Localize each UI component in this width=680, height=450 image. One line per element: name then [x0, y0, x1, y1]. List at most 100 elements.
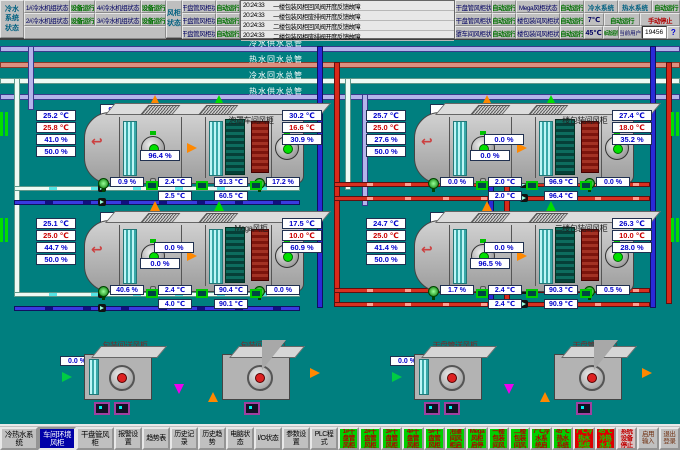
chilled-supply-temp: 2.0 ℃: [488, 177, 522, 187]
toolbar-button[interactable]: Mega风柜启停: [466, 427, 487, 450]
drain-connector: [146, 289, 158, 298]
valve-readout: 0.0 %: [140, 258, 180, 269]
fan-status-header: 风柜 状态: [166, 0, 182, 38]
chilled-return-temp: 2.0 ℃: [488, 191, 522, 201]
chilled-valve-icon[interactable]: [98, 286, 109, 297]
toolbar-button[interactable]: 系统设备停止: [616, 427, 637, 450]
status-row: 2#干盘管风柜状态自动运行: [182, 13, 240, 26]
hot-supply-temp: 91.3 ℃: [214, 177, 248, 187]
toolbar-button[interactable]: 冷热水系统: [0, 427, 38, 450]
humidity-setpoint-readout: 50.0 %: [366, 254, 406, 265]
temp-readout: 25.1 ℃: [36, 218, 76, 229]
hot-water-temp: 45℃: [584, 26, 603, 39]
ahu-body[interactable]: 一楼包装间风柜: [414, 112, 634, 184]
toolbar-button[interactable]: 电脑状态: [226, 427, 254, 450]
inlet-arrow-icon: [62, 372, 72, 382]
toolbar-button[interactable]: 45℃冷热水系统启停: [595, 427, 616, 450]
alarm-text: 二楼包装风柜回风阀开度反馈故障: [273, 21, 360, 31]
alarm-time: 20:24:33: [241, 12, 273, 19]
device-state: 自动运行: [560, 26, 584, 39]
cold-water-header: 冷水系统: [584, 0, 618, 13]
toolbar-button[interactable]: 45℃热水系统启停: [552, 427, 573, 450]
toolbar-button[interactable]: 泡罩间风柜启停: [445, 427, 466, 450]
chilled-supply-temp: 2.4 ℃: [488, 285, 522, 295]
toolbar-button[interactable]: 4#干盘管风柜启停: [402, 427, 423, 450]
device-name: 3#冷水机组状态: [95, 13, 141, 26]
inlet-arrow-icon: [208, 392, 218, 402]
filter-section: [539, 121, 553, 176]
device-state: 设备运行: [70, 13, 95, 26]
humidity-readout: 35.2 %: [612, 134, 652, 145]
grille-icon: [198, 105, 238, 115]
humidity-readout: 41.0 %: [36, 134, 76, 145]
toolbar-button[interactable]: 退出登录: [659, 427, 680, 450]
toolbar-button[interactable]: 参数设置: [282, 427, 310, 450]
toolbar-button[interactable]: I/O状态: [254, 427, 282, 450]
temp-readout: 25.7 ℃: [366, 110, 406, 121]
device-state: 自动运行: [560, 0, 584, 13]
toolbar-button[interactable]: 一楼包装间风柜启停: [488, 427, 509, 450]
toolbar-button[interactable]: 车间环境风柜: [38, 427, 76, 450]
toolbar-button[interactable]: 历史趋势: [198, 427, 226, 450]
system-state: 自动运行: [604, 13, 640, 26]
toolbar-button[interactable]: 7℃冷水系统启停: [530, 427, 551, 450]
toolbar-button[interactable]: 5#干盘管风柜启停: [424, 427, 445, 450]
toolbar-button[interactable]: 2#干盘管风柜启停: [359, 427, 380, 450]
status-row: 2#冷水机组状态设备运行3#冷水机组状态设备运行: [24, 13, 166, 26]
toolbar-button[interactable]: 启用输入: [637, 427, 658, 450]
humidity-setpoint-readout: 50.0 %: [36, 254, 76, 265]
toolbar-button[interactable]: 7℃冷热水系统启停: [573, 427, 594, 450]
ahu-body[interactable]: 二楼包装间风柜: [414, 220, 634, 292]
humidity-setpoint-readout: 50.0 %: [36, 146, 76, 157]
heating-coil: [581, 229, 599, 281]
toolbar-button[interactable]: PLC程式: [310, 427, 338, 450]
alarm-row[interactable]: 20:24:33一楼包装风柜回风阀开度反馈故障: [241, 1, 454, 11]
alarm-row[interactable]: 20:24:33二楼包装风柜回风阀开度反馈故障: [241, 21, 454, 31]
device-name: 2#冷水机组状态: [24, 13, 70, 26]
toolbar-button[interactable]: 趋势表: [142, 427, 170, 450]
toolbar-button[interactable]: 3#干盘管风柜启停: [381, 427, 402, 450]
alarm-list: 20:24:33一楼包装风柜回风阀开度反馈故障20:24:33一楼包装风柜废排阀…: [240, 0, 455, 39]
toolbar-button[interactable]: 报警设置: [114, 427, 142, 450]
cooling-coil: [225, 227, 245, 283]
ahu-body[interactable]: Mega风柜: [84, 220, 304, 292]
chilled-valve-icon[interactable]: [98, 178, 109, 189]
status-display: [576, 402, 592, 415]
help-button[interactable]: ?: [667, 26, 680, 39]
chilled-valve-icon[interactable]: [428, 178, 439, 189]
cooling-coil: [555, 227, 575, 283]
ahu-inlet-readouts: 24.7 ℃25.0 ℃41.4 %50.0 %: [366, 218, 406, 265]
chilled-supply-temp: 2.4 ℃: [158, 177, 192, 187]
toolbar-button[interactable]: 1#干盘管风柜启停: [338, 427, 359, 450]
status-row: 1#冷水机组状态设备运行4#冷水机组状态设备运行: [24, 0, 166, 13]
status-display: [444, 402, 460, 415]
valve-readout: 0.0 %: [154, 242, 194, 253]
device-state: 自动运行: [492, 13, 516, 26]
humidity-readout: 28.0 %: [612, 242, 652, 253]
ahu-body[interactable]: 泡罩车间风柜: [84, 112, 304, 184]
ahu-unit: 24.7 ℃25.0 ℃41.4 %50.0 % 0.0 % 0.0 % 二楼包…: [366, 212, 680, 314]
ahu-inlet-readouts: 25.2 ℃25.8 ℃41.0 %50.0 %: [36, 110, 76, 157]
ahu-outlet-readouts: 17.5 ℃10.0 ℃60.9 %: [282, 218, 322, 253]
outlet-arrow-icon: [642, 368, 652, 378]
status-row: 一楼包装间风柜状态自动运行: [516, 13, 584, 26]
alarm-row[interactable]: 20:24:33一楼包装风柜废排阀开度反馈故障: [241, 11, 454, 21]
drain-connector: [250, 289, 262, 298]
hot-valve-readout: 17.2 %: [266, 177, 300, 187]
toolbar-button[interactable]: 干盘管风柜: [76, 427, 114, 450]
hot-return-temp: 90.9 ℃: [544, 299, 578, 309]
fan-unit-body[interactable]: [414, 354, 482, 400]
outlet-arrow-icon: [310, 368, 320, 378]
setpoint-readout: 10.0 ℃: [282, 230, 322, 241]
drain-connector: [526, 181, 538, 190]
chilled-valve-icon[interactable]: [428, 286, 439, 297]
toolbar-button[interactable]: 历史记录: [170, 427, 198, 450]
toolbar-button[interactable]: 二楼包装间风柜启停: [509, 427, 530, 450]
fan-status-col: 1#干盘管风柜状态自动运行2#干盘管风柜状态自动运行3#干盘管风柜状态自动运行: [182, 0, 240, 39]
fan-unit: 包装间排风柜: [198, 340, 328, 418]
outlet-duct: [594, 340, 618, 370]
temp-readout: 26.3 ℃: [612, 218, 652, 229]
alarm-row[interactable]: 20:24:33二楼包装风柜废排阀开度反馈故障: [241, 31, 454, 41]
status-display: [244, 402, 260, 415]
fan-unit-body[interactable]: [84, 354, 152, 400]
